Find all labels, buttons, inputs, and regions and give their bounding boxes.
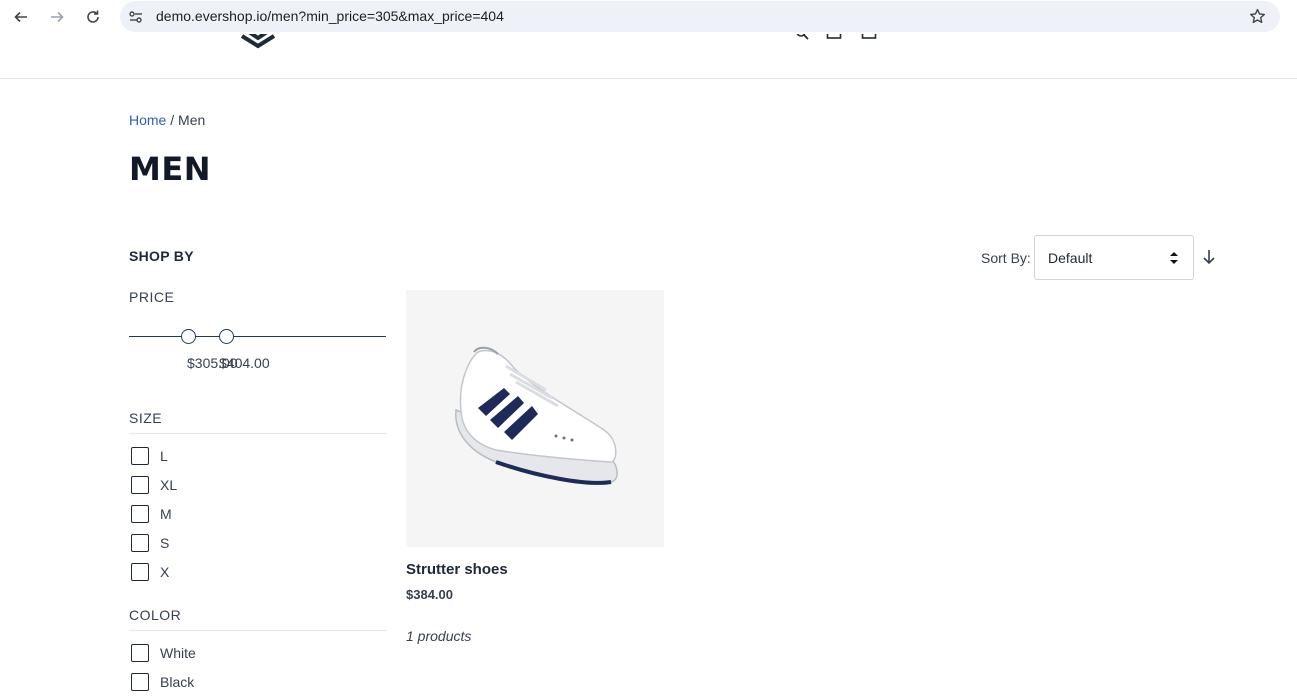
url-text[interactable]: demo.evershop.io/men?min_price=305&max_p… <box>156 8 504 24</box>
sort-select[interactable]: Default <box>1034 235 1194 280</box>
user-icon[interactable] <box>861 34 877 44</box>
price-max-handle[interactable] <box>219 329 234 344</box>
size-option-l[interactable]: L <box>131 441 177 470</box>
color-option-label: Black <box>160 673 195 690</box>
color-divider <box>129 630 386 631</box>
size-option-label: S <box>160 534 170 551</box>
shop-by-heading: SHOP BY <box>129 248 194 264</box>
sort-by-label: Sort By: <box>981 250 1031 266</box>
back-icon[interactable] <box>10 6 32 28</box>
product-count: 1 products <box>406 628 472 644</box>
color-options: White Black <box>131 638 196 696</box>
evershop-logo-icon[interactable] <box>240 34 276 52</box>
color-option-label: White <box>160 644 196 661</box>
bookmark-star-icon[interactable] <box>1249 8 1266 25</box>
product-card[interactable]: Strutter shoes $384.00 <box>406 290 664 602</box>
sort-selected-value: Default <box>1048 250 1093 266</box>
price-min-handle[interactable] <box>181 329 196 344</box>
size-divider <box>129 433 386 434</box>
search-icon[interactable] <box>795 34 811 44</box>
breadcrumb-separator: / <box>170 112 175 128</box>
color-white-checkbox[interactable] <box>131 643 149 662</box>
size-option-label: M <box>160 505 172 522</box>
price-range-slider[interactable] <box>129 329 386 344</box>
size-option-m[interactable]: M <box>131 499 177 528</box>
site-settings-icon[interactable] <box>128 9 144 25</box>
size-option-s[interactable]: S <box>131 528 177 557</box>
sneaker-image-icon <box>455 346 618 485</box>
product-name[interactable]: Strutter shoes <box>406 561 508 578</box>
breadcrumb: Home / Men <box>129 112 205 128</box>
reload-icon[interactable] <box>82 6 104 28</box>
color-black-checkbox[interactable] <box>131 672 149 691</box>
color-filter-title: COLOR <box>129 607 182 623</box>
size-option-xl[interactable]: XL <box>131 470 177 499</box>
color-option-white[interactable]: White <box>131 638 196 667</box>
size-option-x[interactable]: X <box>131 557 177 586</box>
breadcrumb-home-link[interactable]: Home <box>129 112 166 128</box>
product-price: $384.00 <box>406 587 453 602</box>
forward-icon[interactable] <box>46 6 68 28</box>
size-option-label: L <box>160 447 168 464</box>
size-l-checkbox[interactable] <box>131 446 149 465</box>
size-xl-checkbox[interactable] <box>131 475 149 494</box>
size-m-checkbox[interactable] <box>131 504 149 523</box>
address-bar[interactable]: demo.evershop.io/men?min_price=305&max_p… <box>120 1 1280 32</box>
size-option-label: X <box>160 563 170 580</box>
sort-direction-arrow-icon[interactable] <box>1201 249 1217 265</box>
site-header <box>0 34 1297 79</box>
size-filter-title: SIZE <box>129 410 163 426</box>
size-option-label: XL <box>160 476 178 493</box>
browser-toolbar: demo.evershop.io/men?min_price=305&max_p… <box>0 0 1297 34</box>
size-options: L XL M S X <box>131 441 177 586</box>
page-title: MEN <box>129 150 211 188</box>
price-max-label: $404.00 <box>219 355 270 371</box>
select-caret-icon <box>1170 252 1178 264</box>
color-option-black[interactable]: Black <box>131 667 196 696</box>
size-x-checkbox[interactable] <box>131 562 149 581</box>
price-filter-title: PRICE <box>129 289 175 305</box>
product-image[interactable] <box>406 290 664 547</box>
size-s-checkbox[interactable] <box>131 533 149 552</box>
breadcrumb-current: Men <box>178 112 206 128</box>
cart-icon[interactable] <box>826 34 842 44</box>
